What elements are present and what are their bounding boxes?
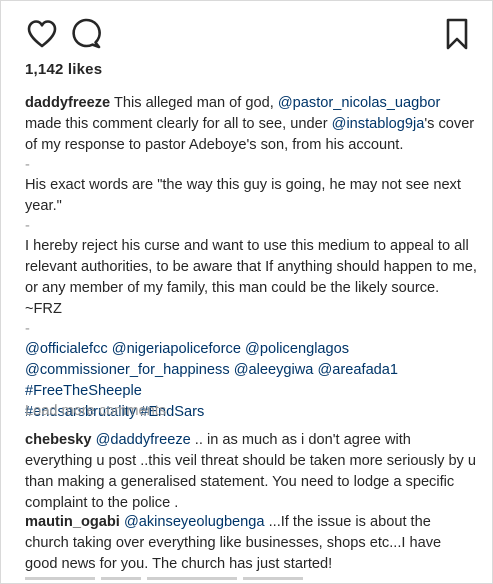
hashtag-link[interactable]: #FreeTheSheeple xyxy=(25,383,142,399)
mention-link[interactable]: @officialefcc xyxy=(25,341,108,357)
mention-link[interactable]: @commissioner_for_happiness xyxy=(25,362,230,378)
mention-link[interactable]: @instablog9ja xyxy=(332,116,425,132)
heart-outline-icon[interactable] xyxy=(25,17,59,51)
mention-link[interactable]: @daddyfreeze xyxy=(96,432,191,448)
comment-text: .. in as much as i don't agree with ever… xyxy=(25,432,477,511)
mention-link[interactable]: @areafada1 xyxy=(317,362,398,378)
caption-paragraph-3: I hereby reject his curse and want to us… xyxy=(25,238,477,317)
separator-dash: - xyxy=(25,157,30,173)
separator-dash: - xyxy=(25,218,30,234)
truncated-next-comment xyxy=(25,577,325,583)
caption-username[interactable]: daddyfreeze xyxy=(25,95,110,111)
load-more-comments-link[interactable]: Load more comments xyxy=(25,403,166,419)
instagram-post-panel: 1,142 likes daddyfreeze This alleged man… xyxy=(0,0,493,584)
bookmark-icon[interactable] xyxy=(440,17,470,51)
caption-text: This alleged man of god, xyxy=(113,95,274,111)
mention-link[interactable]: @pastor_nicolas_uagbor xyxy=(278,95,440,111)
mention-link[interactable]: @akinseyeolugbenga xyxy=(124,514,265,530)
caption-paragraph-1: daddyfreeze This alleged man of god, @pa… xyxy=(25,93,477,156)
mention-link[interactable]: @policenglagos xyxy=(245,341,349,357)
comment: chebesky @daddyfreeze .. in as much as i… xyxy=(25,430,477,514)
comment-username[interactable]: mautin_ogabi xyxy=(25,514,120,530)
post-caption: daddyfreeze This alleged man of god, @pa… xyxy=(25,93,477,423)
comment: mautin_ogabi @akinseyeolugbenga ...If th… xyxy=(25,512,477,575)
speech-bubble-icon[interactable] xyxy=(69,17,103,51)
post-action-bar xyxy=(25,17,470,51)
mention-link[interactable]: @aleeygiwa xyxy=(234,362,314,378)
like-count[interactable]: 1,142 likes xyxy=(25,61,102,78)
mention-list: @officialefcc @nigeriapoliceforce @polic… xyxy=(25,339,477,381)
caption-text: made this comment clearly for all to see… xyxy=(25,116,328,132)
caption-paragraph-2: His exact words are "the way this guy is… xyxy=(25,177,461,214)
comment-username[interactable]: chebesky xyxy=(25,432,92,448)
separator-dash: - xyxy=(25,321,30,337)
mention-link[interactable]: @nigeriapoliceforce xyxy=(112,341,241,357)
